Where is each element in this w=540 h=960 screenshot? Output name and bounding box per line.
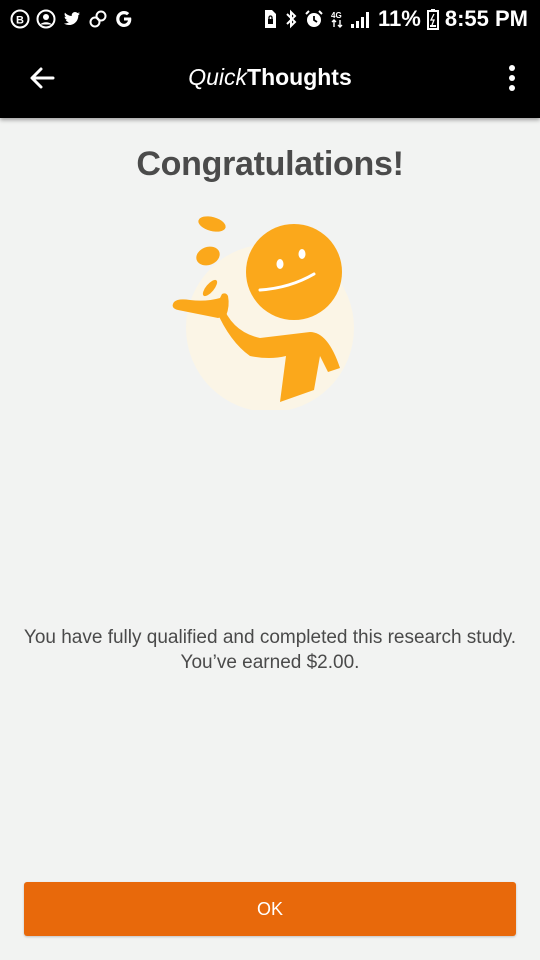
google-g-icon (114, 9, 134, 29)
app-title-quick: Quick (188, 64, 248, 90)
sim-lock-icon (262, 9, 278, 29)
congratulations-heading: Congratulations! (136, 145, 404, 183)
completion-message: You have fully qualified and completed t… (23, 627, 517, 673)
more-vert-icon-dot (509, 65, 515, 71)
cell-signal-icon (350, 9, 372, 29)
circle-b-icon: B (10, 9, 30, 29)
app-title: QuickThoughts (0, 60, 540, 94)
ok-button[interactable]: OK (24, 882, 516, 936)
app-title-thoughts: Thoughts (247, 64, 352, 90)
app-bar: QuickThoughts (0, 38, 540, 118)
battery-icon (426, 8, 439, 30)
alarm-icon (304, 9, 324, 29)
account-circle-icon (36, 9, 56, 29)
link-icon (88, 9, 108, 29)
notification-icons: B (10, 7, 134, 31)
svg-text:4G: 4G (331, 11, 342, 20)
battery-percent: 11% (378, 6, 421, 31)
twitter-icon (62, 9, 82, 29)
more-vert-icon-dot (509, 75, 515, 81)
bluetooth-icon (284, 9, 298, 29)
status-bar: B 4G 11% 8:55 PM (0, 0, 540, 38)
system-status: 4G 11% 8:55 PM (262, 5, 528, 33)
svg-text:B: B (16, 15, 24, 27)
more-vert-icon-dot (509, 85, 515, 91)
data-signal-icon: 4G (330, 9, 344, 29)
clock: 8:55 PM (444, 6, 528, 31)
overflow-menu-button[interactable] (502, 60, 522, 96)
celebration-illustration (168, 210, 358, 412)
